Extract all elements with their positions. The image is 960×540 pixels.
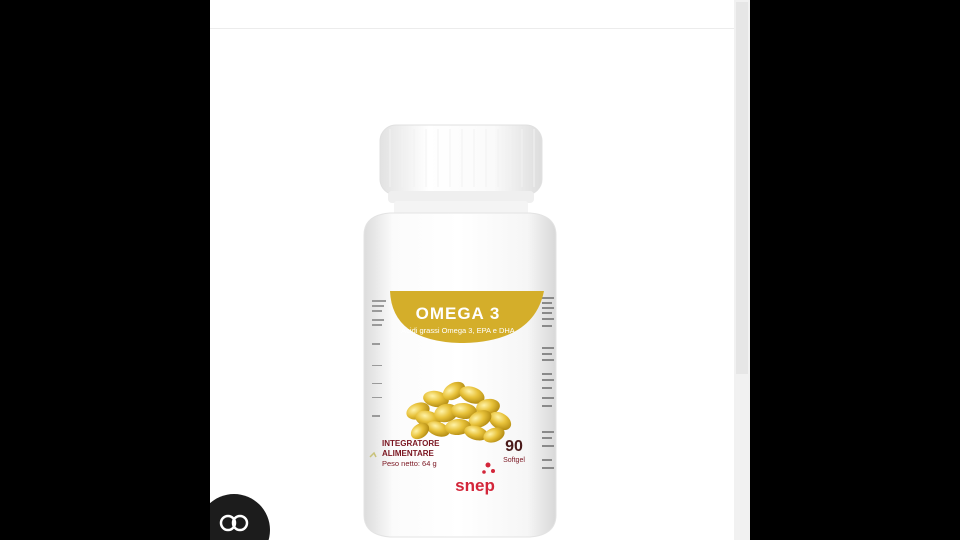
softgel-count: 90 xyxy=(505,438,523,455)
top-bar xyxy=(210,0,734,29)
bottle-body: OMEGA 3 Acidi grassi Omega 3, EPA e DHA xyxy=(363,212,557,538)
category-line-2: ALIMENTARE xyxy=(382,449,435,458)
category-line-1: INTEGRATORE xyxy=(382,439,440,448)
product-page: OMEGA 3 Acidi grassi Omega 3, EPA e DHA xyxy=(210,0,750,540)
product-name: OMEGA 3 xyxy=(416,304,501,323)
bottle-cap xyxy=(379,124,543,203)
softgel-unit: Softgel xyxy=(503,457,525,464)
chat-button[interactable] xyxy=(210,494,270,540)
scrollbar-thumb[interactable] xyxy=(736,2,748,374)
net-weight: Peso netto: 64 g xyxy=(382,459,437,468)
product-subtitle: Acidi grassi Omega 3, EPA e DHA xyxy=(401,326,515,335)
chat-bubble-icon xyxy=(219,514,249,532)
product-image: OMEGA 3 Acidi grassi Omega 3, EPA e DHA xyxy=(363,124,557,538)
brand-name: snep xyxy=(455,476,495,495)
scrollbar[interactable] xyxy=(734,0,750,540)
